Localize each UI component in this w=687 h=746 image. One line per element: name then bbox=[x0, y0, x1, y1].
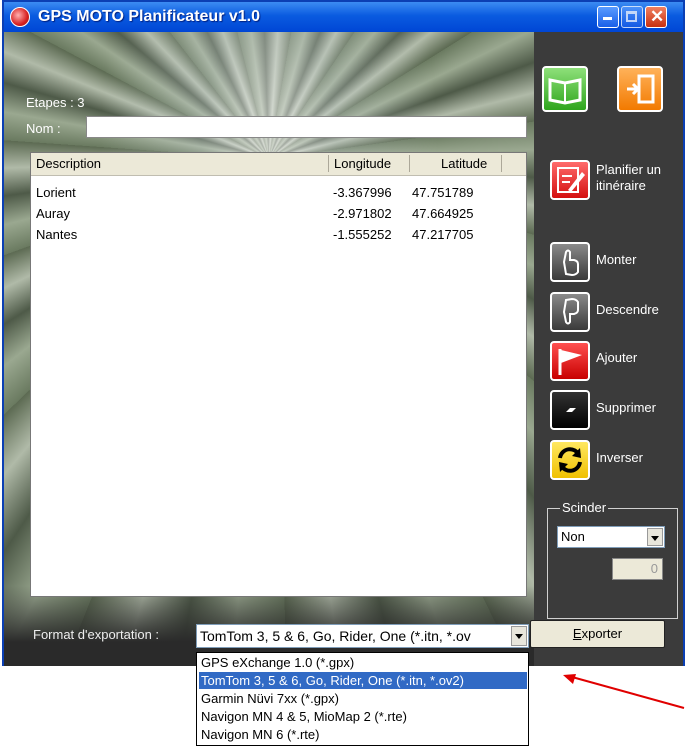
move-down-label[interactable]: Descendre bbox=[596, 302, 659, 317]
export-format-dropdown[interactable]: GPS eXchange 1.0 (*.gpx) TomTom 3, 5 & 6… bbox=[196, 652, 529, 746]
chevron-down-icon[interactable] bbox=[647, 528, 663, 546]
export-button-label: Exporter bbox=[572, 626, 623, 641]
scinder-value: Non bbox=[561, 529, 585, 544]
edit-note-icon bbox=[557, 167, 585, 193]
plan-route-label[interactable]: Planifier un itinéraire bbox=[596, 162, 682, 194]
etapes-list[interactable]: Description Longitude Latitude Lorient -… bbox=[30, 152, 527, 597]
column-latitude[interactable]: Latitude bbox=[441, 156, 487, 171]
list-row[interactable]: Lorient -3.367996 47.751789 bbox=[31, 184, 526, 202]
dropdown-option[interactable]: Navigon MN 4 & 5, MioMap 2 (*.rte) bbox=[199, 708, 527, 725]
flag-icon bbox=[558, 349, 582, 375]
annotation-arrow bbox=[563, 674, 685, 709]
row-description: Lorient bbox=[36, 185, 76, 200]
list-row[interactable]: Nantes -1.555252 47.217705 bbox=[31, 226, 526, 244]
book-button[interactable] bbox=[542, 66, 588, 112]
plan-route-button[interactable] bbox=[550, 160, 590, 200]
export-format-value: TomTom 3, 5 & 6, Go, Rider, One (*.itn, … bbox=[200, 628, 471, 644]
dropdown-option[interactable]: GPS eXchange 1.0 (*.gpx) bbox=[199, 654, 527, 671]
column-longitude[interactable]: Longitude bbox=[334, 156, 391, 171]
add-button[interactable] bbox=[550, 341, 590, 381]
column-description[interactable]: Description bbox=[36, 156, 101, 171]
row-description: Auray bbox=[36, 206, 70, 221]
list-row[interactable]: Auray -2.971802 47.664925 bbox=[31, 205, 526, 223]
move-up-label[interactable]: Monter bbox=[596, 252, 636, 267]
nom-label: Nom : bbox=[26, 121, 61, 136]
exit-door-icon bbox=[627, 74, 655, 104]
delete-button[interactable] bbox=[550, 390, 590, 430]
row-longitude: -3.367996 bbox=[333, 185, 392, 200]
dropdown-option[interactable]: Navigon MN 6 (*.rte) bbox=[199, 726, 527, 743]
nom-input[interactable] bbox=[86, 116, 527, 138]
dropdown-option[interactable]: Garmin Nüvi 7xx (*.gpx) bbox=[199, 690, 527, 707]
lightning-icon bbox=[560, 398, 580, 424]
close-button[interactable]: ✕ bbox=[645, 6, 667, 28]
refresh-icon bbox=[558, 447, 582, 473]
export-format-select[interactable]: TomTom 3, 5 & 6, Go, Rider, One (*.itn, … bbox=[196, 624, 529, 648]
window-title: GPS MOTO Planificateur v1.0 bbox=[38, 8, 260, 25]
move-down-button[interactable] bbox=[550, 292, 590, 332]
scinder-number-field: 0 bbox=[612, 558, 663, 580]
row-latitude: 47.664925 bbox=[412, 206, 474, 221]
export-format-label: Format d'exportation : bbox=[33, 627, 160, 642]
scinder-legend: Scinder bbox=[560, 500, 609, 515]
delete-label[interactable]: Supprimer bbox=[596, 400, 656, 415]
row-latitude: 47.217705 bbox=[412, 227, 474, 242]
maximize-button[interactable] bbox=[621, 6, 643, 28]
row-latitude: 47.751789 bbox=[412, 185, 474, 200]
row-longitude: -2.971802 bbox=[333, 206, 392, 221]
hand-up-icon bbox=[562, 249, 579, 277]
export-button[interactable]: Exporter bbox=[530, 620, 665, 648]
app-logo-icon bbox=[10, 7, 30, 27]
hand-down-icon bbox=[562, 297, 579, 325]
title-bar[interactable]: GPS MOTO Planificateur v1.0 ✕ bbox=[4, 2, 683, 32]
etapes-count: Etapes : 3 bbox=[26, 95, 85, 110]
dropdown-option-selected[interactable]: TomTom 3, 5 & 6, Go, Rider, One (*.itn, … bbox=[199, 672, 527, 689]
add-label[interactable]: Ajouter bbox=[596, 350, 637, 365]
reverse-button[interactable] bbox=[550, 440, 590, 480]
row-longitude: -1.555252 bbox=[333, 227, 392, 242]
row-description: Nantes bbox=[36, 227, 78, 242]
minimize-button[interactable] bbox=[597, 6, 619, 28]
reverse-label[interactable]: Inverser bbox=[596, 450, 643, 465]
chevron-down-icon[interactable] bbox=[511, 626, 527, 646]
exit-button[interactable] bbox=[617, 66, 663, 112]
move-up-button[interactable] bbox=[550, 242, 590, 282]
book-icon bbox=[548, 78, 582, 105]
list-header: Description Longitude Latitude bbox=[31, 153, 526, 176]
scinder-select[interactable]: Non bbox=[557, 526, 665, 548]
